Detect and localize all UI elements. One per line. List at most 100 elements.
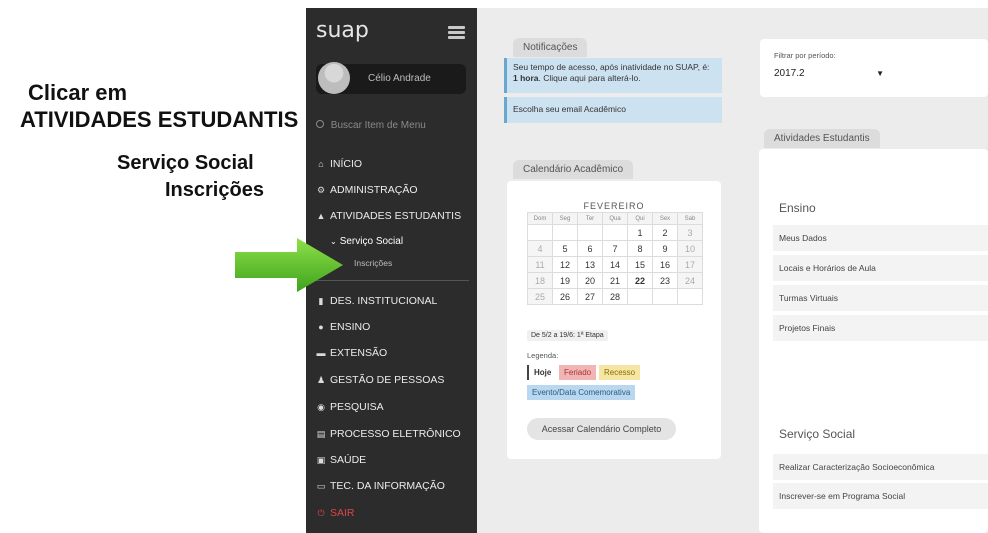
- suap-logo[interactable]: suap: [316, 18, 369, 43]
- user-name: Célio Andrade: [368, 73, 431, 84]
- calendar-day: [602, 224, 628, 241]
- calendar-month: FEVEREIRO: [583, 201, 645, 211]
- weekday: Sex: [652, 212, 678, 225]
- caret-down-icon: ▼: [876, 69, 884, 78]
- sidebar-item-administracao[interactable]: ⚙ ADMINISTRAÇÃO: [316, 184, 418, 196]
- calendar-day-today: 22: [627, 272, 653, 289]
- weekday: Ter: [577, 212, 603, 225]
- green-arrow-icon: [235, 238, 343, 292]
- file-icon: ▤: [316, 429, 326, 439]
- hamburger-menu-icon[interactable]: [448, 26, 465, 40]
- calendar-day: 5: [552, 240, 578, 257]
- calendar-day: 4: [527, 240, 553, 257]
- calendar-day: 13: [577, 256, 603, 273]
- legend-recesso: Recesso: [599, 365, 641, 380]
- calendar-day: 15: [627, 256, 653, 273]
- weekday: Qui: [627, 212, 653, 225]
- annotation-line-4: Inscrições: [165, 179, 264, 201]
- calendar-grid: Dom Seg Ter Qua Qui Sex Sab 1 2 3 4 5 6: [527, 212, 703, 305]
- calendar-day: 28: [602, 288, 628, 305]
- calendar-day: 12: [552, 256, 578, 273]
- filter-label: Filtrar por período:: [774, 51, 836, 60]
- sidebar-subitem-inscricoes[interactable]: Inscrições: [354, 258, 392, 268]
- calendar-day: 17: [677, 256, 703, 273]
- calendar-day: 6: [577, 240, 603, 257]
- monitor-icon: ▭: [316, 481, 326, 491]
- calendar-day: 24: [677, 272, 703, 289]
- weekday: Sab: [677, 212, 703, 225]
- sidebar-item-pesquisa[interactable]: ◉ PESQUISA: [316, 401, 384, 413]
- tab-notificacoes: Notificações: [513, 38, 588, 57]
- section-title-servico-social: Serviço Social: [779, 427, 856, 441]
- link-locais-horarios[interactable]: Locais e Horários de Aula: [773, 255, 988, 281]
- link-meus-dados[interactable]: Meus Dados: [773, 225, 988, 251]
- sidebar-item-extensao[interactable]: ▬ EXTENSÃO: [316, 347, 388, 359]
- legend-evento: Evento/Data Comemorativa: [527, 385, 636, 400]
- sidebar-item-sair[interactable]: ⏻ SAIR: [316, 507, 354, 519]
- calendar-day: [527, 224, 553, 241]
- clock-icon: ●: [318, 322, 324, 332]
- calendar-day: 7: [602, 240, 628, 257]
- calendar-card: FEVEREIRO Dom Seg Ter Qua Qui Sex Sab 1 …: [507, 181, 721, 459]
- user-icon: ♟: [316, 375, 326, 385]
- search-placeholder: Buscar Item de Menu: [330, 120, 426, 131]
- calendar-day: 3: [677, 224, 703, 241]
- calendar-day: 18: [527, 272, 553, 289]
- section-title-ensino: Ensino: [779, 201, 816, 215]
- calendar-day: 8: [627, 240, 653, 257]
- sidebar-item-tec-da-informacao[interactable]: ▭ TEC. DA INFORMAÇÃO: [316, 480, 445, 492]
- notification-email[interactable]: Escolha seu email Acadêmico: [504, 97, 722, 123]
- calendar-day: 25: [527, 288, 553, 305]
- med-icon: ▣: [316, 455, 326, 465]
- main-content: Notificações Seu tempo de acesso, após i…: [477, 8, 988, 533]
- annotation-line-3: Serviço Social: [117, 152, 254, 174]
- notification-timeout[interactable]: Seu tempo de acesso, após inatividade no…: [504, 58, 722, 93]
- calendar-day: 19: [552, 272, 578, 289]
- calendar-day: 26: [552, 288, 578, 305]
- sidebar-item-saude[interactable]: ▣ SAÚDE: [316, 454, 366, 466]
- graduation-icon: ▲: [316, 211, 326, 221]
- search-icon: [316, 120, 324, 128]
- home-icon: ⌂: [318, 159, 324, 169]
- bar-chart-icon: ▮: [318, 296, 324, 306]
- tab-atividades-estudantis: Atividades Estudantis: [764, 129, 880, 148]
- link-caracterizacao[interactable]: Realizar Caracterização Socioeconômica: [773, 454, 988, 480]
- annotation-line-1: Clicar em: [28, 80, 128, 105]
- atividades-card: Ensino Meus Dados Locais e Horários de A…: [759, 149, 988, 533]
- link-projetos-finais[interactable]: Projetos Finais: [773, 315, 988, 341]
- link-inscrever-programa[interactable]: Inscrever-se em Programa Social: [773, 483, 988, 509]
- sidebar-item-processo-eletronico[interactable]: ▤ PROCESSO ELETRÔNICO: [316, 428, 461, 440]
- weekday: Qua: [602, 212, 628, 225]
- sidebar-item-des-institucional[interactable]: ▮ DES. INSTITUCIONAL: [316, 295, 438, 307]
- legend-feriado: Feriado: [559, 365, 597, 380]
- compass-icon: ◉: [317, 402, 325, 412]
- calendar-day: [552, 224, 578, 241]
- period-select[interactable]: 2017.2 ▼: [774, 63, 884, 85]
- user-box[interactable]: Célio Andrade: [316, 62, 466, 94]
- open-calendar-button[interactable]: Acessar Calendário Completo: [527, 418, 676, 440]
- weekday: Seg: [552, 212, 578, 225]
- sidebar-item-ensino[interactable]: ● ENSINO: [316, 321, 370, 333]
- calendar-day: 16: [652, 256, 678, 273]
- etapa-label: De 5/2 a 19/6: 1ª Etapa: [527, 330, 608, 341]
- calendar-day: [577, 224, 603, 241]
- calendar-day: [652, 288, 678, 305]
- filter-card: Filtrar por período: 2017.2 ▼: [760, 39, 988, 97]
- calendar-day: 14: [602, 256, 628, 273]
- sidebar-item-atividades-estudantis[interactable]: ▲ ATIVIDADES ESTUDANTIS: [316, 210, 462, 222]
- menu-search[interactable]: Buscar Item de Menu: [316, 120, 426, 131]
- weekday: Dom: [527, 212, 553, 225]
- gears-icon: ⚙: [316, 185, 326, 195]
- calendar-day: 21: [602, 272, 628, 289]
- sidebar-item-inicio[interactable]: ⌂ INÍCIO: [316, 158, 362, 170]
- legend-hoje: Hoje: [527, 365, 557, 380]
- sidebar-item-gestao-de-pessoas[interactable]: ♟ GESTÃO DE PESSOAS: [316, 374, 444, 386]
- bed-icon: ▬: [316, 348, 326, 358]
- calendar-day: 9: [652, 240, 678, 257]
- power-icon: ⏻: [317, 508, 325, 518]
- tab-calendario: Calendário Acadêmico: [513, 160, 634, 179]
- calendar-day: 1: [627, 224, 653, 241]
- link-turmas-virtuais[interactable]: Turmas Virtuais: [773, 285, 988, 311]
- calendar-day: 11: [527, 256, 553, 273]
- legend-title: Legenda:: [527, 351, 559, 360]
